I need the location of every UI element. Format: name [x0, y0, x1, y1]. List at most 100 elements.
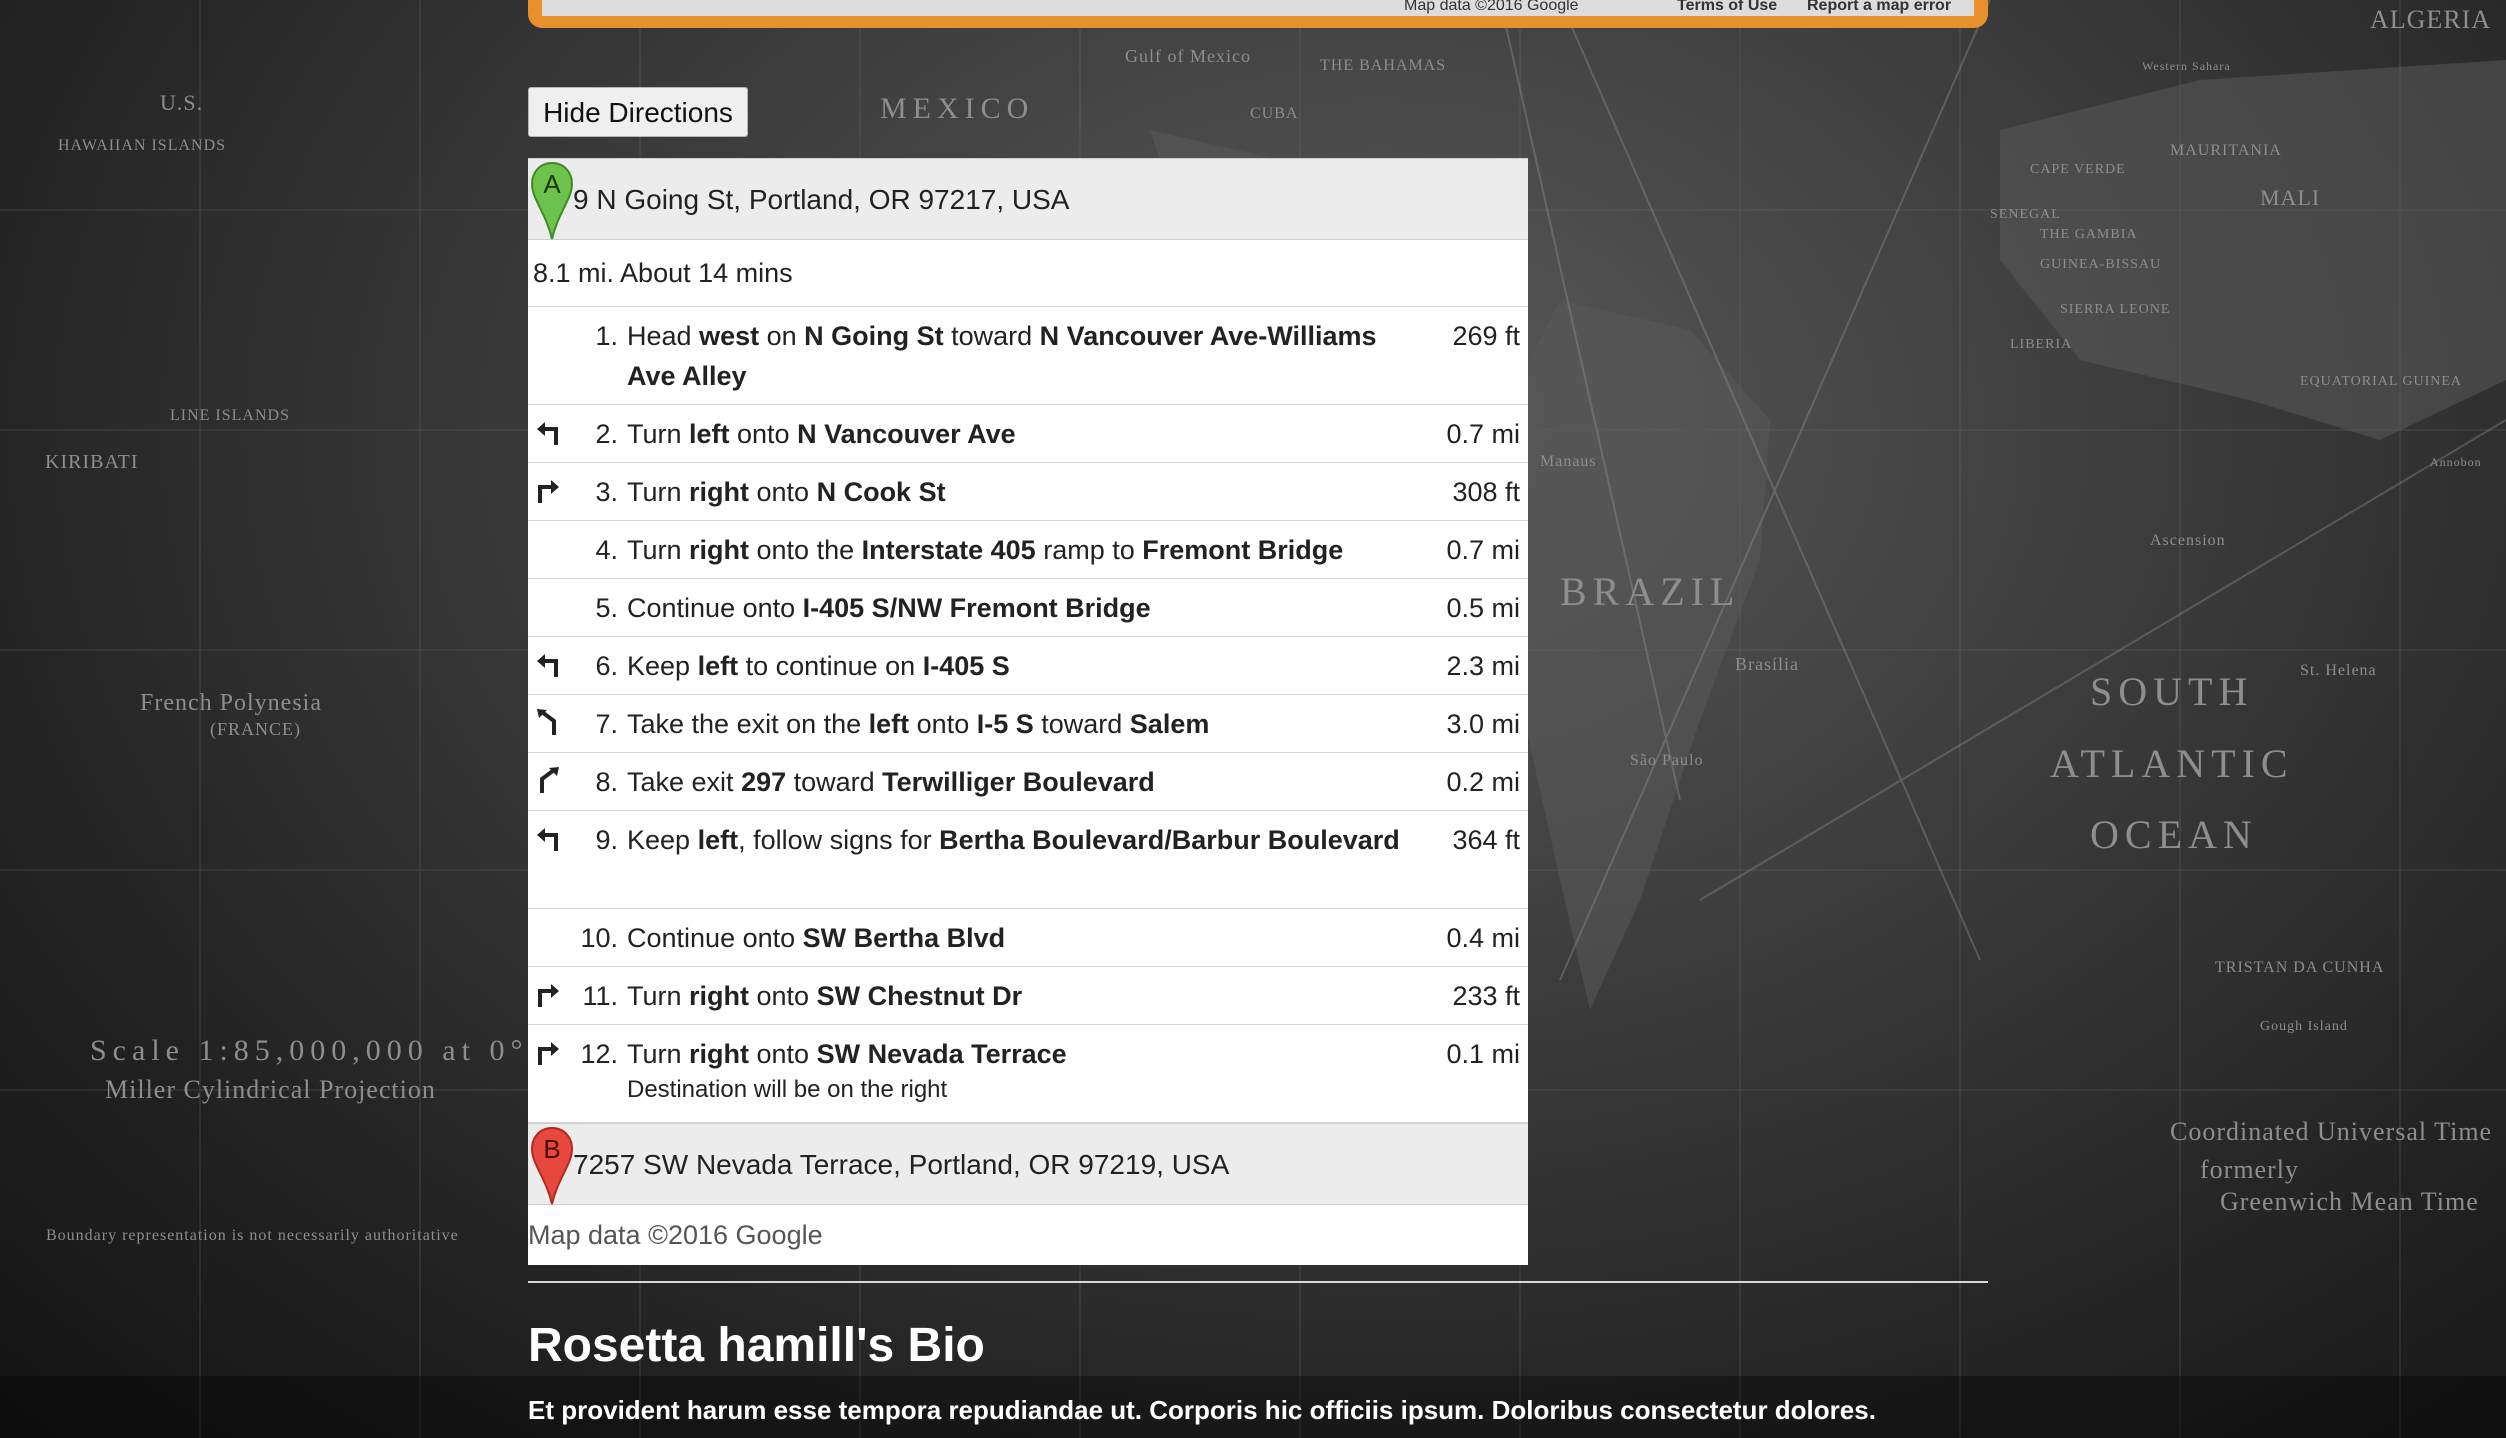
- marker-b-letter: B: [543, 1134, 560, 1164]
- step-number: 9.: [595, 825, 618, 855]
- map-label: Brasília: [1735, 654, 1799, 674]
- map-label: Scale 1:85,000,000 at 0°: [90, 1034, 528, 1067]
- step-instruction: Continue onto SW Bertha Blvd: [627, 923, 1006, 953]
- turn-right-icon: [538, 1042, 559, 1065]
- direction-step[interactable]: 12. Turn right onto SW Nevada Terrace Dest…: [528, 1025, 1528, 1123]
- step-instruction: Continue onto I-405 S/NW Fremont Bridge: [627, 593, 1151, 623]
- map-label: BRAZIL: [1560, 569, 1740, 614]
- map-label: OCEAN: [2090, 812, 2258, 857]
- step-distance: 233 ft: [1452, 981, 1520, 1011]
- map-label: MALI: [2260, 185, 2320, 210]
- map-label: formerly: [2200, 1155, 2299, 1184]
- keep-left-icon: [537, 654, 558, 677]
- map-label: CUBA: [1250, 105, 1298, 122]
- destination-address: 7257 SW Nevada Terrace, Portland, OR 972…: [573, 1149, 1230, 1180]
- step-distance: 308 ft: [1452, 477, 1520, 507]
- map-label: EQUATORIAL GUINEA: [2300, 374, 2462, 389]
- step-number: 4.: [595, 535, 618, 565]
- direction-step[interactable]: 6. Keep left to continue on I-405 S 2.3 mi: [528, 637, 1528, 695]
- marker-a-letter: A: [543, 169, 561, 199]
- turn-left-icon: [537, 422, 558, 445]
- map-label: SIERRA LEONE: [2060, 302, 2170, 317]
- ramp-left-icon: [537, 709, 556, 735]
- map-label: Ascension: [2150, 532, 2226, 549]
- map-label: Western Sahara: [2142, 59, 2231, 73]
- ramp-right-icon: [540, 767, 559, 793]
- map-label: Miller Cylindrical Projection: [105, 1075, 436, 1104]
- map-label: Gulf of Mexico: [1125, 46, 1251, 66]
- step-instruction: Turn left onto N Vancouver Ave: [627, 419, 1016, 449]
- map-label: Greenwich Mean Time: [2220, 1187, 2479, 1216]
- step-number: 5.: [595, 593, 618, 623]
- map-label: THE BAHAMAS: [1320, 57, 1446, 74]
- turn-right-icon: [538, 480, 559, 503]
- map-attribution: Map data ©2016 Google: [1404, 0, 1579, 14]
- map-label: SENEGAL: [1990, 207, 2061, 222]
- step-instruction: Keep left, follow signs for Bertha Boule…: [627, 825, 1400, 855]
- step-number: 1.: [595, 321, 618, 351]
- route-summary: 8.1 mi. About 14 mins: [528, 240, 1528, 307]
- step-distance: 364 ft: [1452, 825, 1520, 855]
- step-instruction: Take exit 297 toward Terwilliger Bouleva…: [627, 767, 1155, 797]
- map-label: HAWAIIAN ISLANDS: [58, 137, 226, 154]
- step-distance: 2.3 mi: [1446, 651, 1520, 681]
- direction-steps: 1. Head west on N Going St toward N Vanco…: [528, 307, 1528, 1123]
- origin-address-row[interactable]: A 9 N Going St, Portland, OR 97217, USA: [528, 158, 1528, 240]
- map-label: U.S.: [160, 90, 203, 115]
- step-distance: 3.0 mi: [1446, 709, 1520, 739]
- step-instruction: Turn right onto N Cook St: [627, 477, 946, 507]
- direction-step[interactable]: 11. Turn right onto SW Chestnut Dr 233 ft: [528, 967, 1528, 1025]
- step-distance: 0.4 mi: [1446, 923, 1520, 953]
- report-map-error-link[interactable]: Report a map error: [1807, 0, 1951, 15]
- marker-b-icon: B: [530, 1126, 574, 1205]
- direction-step[interactable]: 9. Keep left, follow signs for Bertha Bou…: [528, 811, 1528, 909]
- map-label: SOUTH: [2090, 669, 2253, 714]
- map-label: (FRANCE): [210, 719, 301, 740]
- step-instruction: Keep left to continue on I-405 S: [627, 651, 1010, 681]
- map-label: Annobon: [2430, 455, 2482, 469]
- step-number: 6.: [595, 651, 618, 681]
- map-label: Manaus: [1540, 453, 1597, 470]
- step-distance: 0.1 mi: [1446, 1039, 1520, 1069]
- map-label: MAURITANIA: [2170, 142, 2282, 159]
- direction-step[interactable]: 2. Turn left onto N Vancouver Ave 0.7 mi: [528, 405, 1528, 463]
- map-label: ATLANTIC: [2050, 741, 2294, 786]
- destination-address-row[interactable]: B 7257 SW Nevada Terrace, Portland, OR 9…: [528, 1123, 1528, 1205]
- step-instruction: Turn right onto the Interstate 405 ramp …: [627, 535, 1344, 565]
- step-note: Destination will be on the right: [627, 1076, 948, 1103]
- bio-text: Et provident harum esse tempora repudian…: [528, 1395, 1876, 1425]
- map-label: THE GAMBIA: [2040, 227, 2138, 242]
- terms-of-use-link[interactable]: Terms of Use: [1677, 0, 1777, 15]
- step-instruction: Turn right onto SW Chestnut Dr: [627, 981, 1023, 1011]
- map-label: LIBERIA: [2010, 337, 2072, 352]
- turn-right-icon: [538, 984, 559, 1007]
- step-distance: 0.5 mi: [1446, 593, 1520, 623]
- direction-step[interactable]: 10. Continue onto SW Bertha Blvd 0.4 mi: [528, 909, 1528, 967]
- origin-address: 9 N Going St, Portland, OR 97217, USA: [573, 184, 1070, 215]
- step-distance: 269 ft: [1452, 321, 1520, 351]
- step-instruction: Turn right onto SW Nevada Terrace Destina…: [627, 1034, 1417, 1106]
- hide-directions-button[interactable]: Hide Directions: [528, 87, 748, 137]
- step-number: 3.: [595, 477, 618, 507]
- bio-heading: Rosetta hamill's Bio: [528, 1319, 985, 1372]
- directions-copyright: Map data ©2016 Google: [528, 1205, 1528, 1265]
- map-label: LINE ISLANDS: [170, 407, 290, 424]
- map-label: KIRIBATI: [45, 451, 139, 473]
- direction-step[interactable]: 4. Turn right onto the Interstate 405 ram…: [528, 521, 1528, 579]
- direction-step[interactable]: 7. Take the exit on the left onto I-5 S t…: [528, 695, 1528, 753]
- step-instruction: Take the exit on the left onto I-5 S tow…: [627, 709, 1210, 739]
- direction-step[interactable]: 8. Take exit 297 toward Terwilliger Boule…: [528, 753, 1528, 811]
- step-distance: 0.7 mi: [1446, 535, 1520, 565]
- marker-a-icon: A: [530, 161, 574, 240]
- direction-step[interactable]: 3. Turn right onto N Cook St 308 ft: [528, 463, 1528, 521]
- map-label: CAPE VERDE: [2030, 162, 2126, 177]
- step-distance: 0.7 mi: [1446, 419, 1520, 449]
- direction-step[interactable]: 1. Head west on N Going St toward N Vanco…: [528, 307, 1528, 405]
- map-embed-frame[interactable]: Map data ©2016 Google Terms of Use Repor…: [528, 0, 1988, 28]
- map-label: St. Helena: [2300, 662, 2377, 679]
- direction-step[interactable]: 5. Continue onto I-405 S/NW Fremont Bridg…: [528, 579, 1528, 637]
- section-divider: [528, 1281, 1988, 1283]
- map-label: TRISTAN DA CUNHA: [2215, 959, 2384, 976]
- step-number: 10.: [580, 923, 618, 953]
- step-number: 8.: [595, 767, 618, 797]
